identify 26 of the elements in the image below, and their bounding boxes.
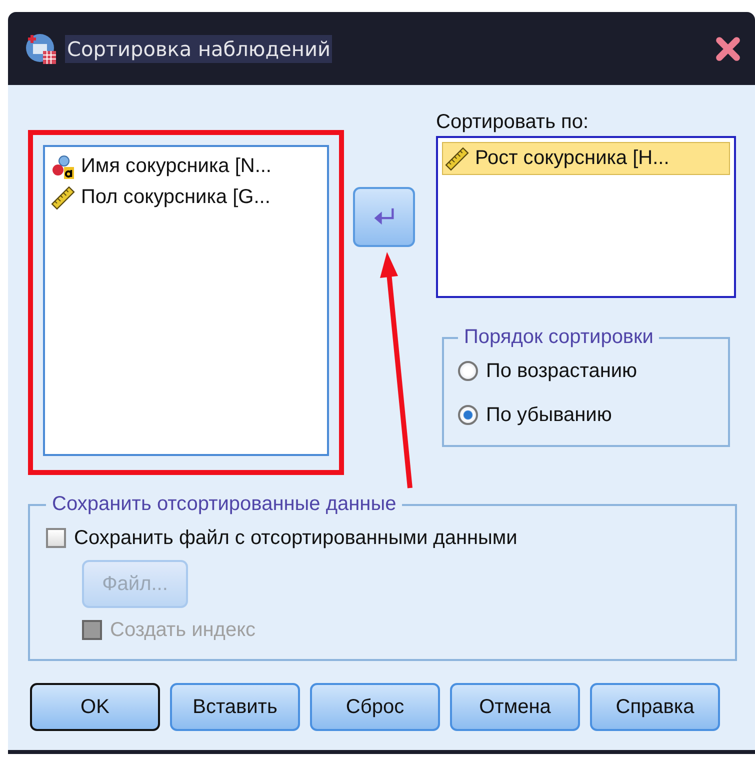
checkbox[interactable] xyxy=(46,528,66,548)
dialog-button[interactable]: Сброс xyxy=(310,683,440,731)
variable-item[interactable]: Пол сокурсника [G... xyxy=(49,182,323,213)
dialog-button[interactable]: Вставить xyxy=(170,683,300,731)
dialog-button[interactable]: Справка xyxy=(590,683,720,731)
close-icon xyxy=(715,36,741,62)
variable-list[interactable]: Имя сокурсника [N... Пол сокурсника [G... xyxy=(43,145,329,456)
radio-label: По убыванию xyxy=(486,404,612,426)
dialog-button[interactable]: OK xyxy=(30,683,160,731)
checkbox-label: Создать индекс xyxy=(110,618,256,642)
sort-by-label: Сортировать по: xyxy=(436,110,590,134)
nominal-variable-icon xyxy=(51,154,75,178)
group-title: Сохранить отсортированные данные xyxy=(51,493,398,516)
window-title: Сортировка наблюдений xyxy=(65,34,332,62)
radio-button[interactable] xyxy=(458,361,478,381)
table-icon xyxy=(25,32,57,64)
variable-item[interactable]: Имя сокурсника [N... xyxy=(49,151,323,182)
sort-by-list[interactable]: Рост сокурсника [H... xyxy=(436,136,736,298)
checkbox-label: Сохранить файл с отсортированными данными xyxy=(74,526,518,550)
sort-variable-item[interactable]: Рост сокурсника [H... xyxy=(442,142,730,175)
radio-label: По возрастанию xyxy=(486,360,638,382)
dialog-button[interactable]: Отмена xyxy=(450,683,580,731)
group-title: Порядок сортировки xyxy=(463,326,654,349)
move-button[interactable] xyxy=(353,187,415,247)
close-button[interactable] xyxy=(715,36,741,62)
radio-button[interactable] xyxy=(458,405,478,425)
